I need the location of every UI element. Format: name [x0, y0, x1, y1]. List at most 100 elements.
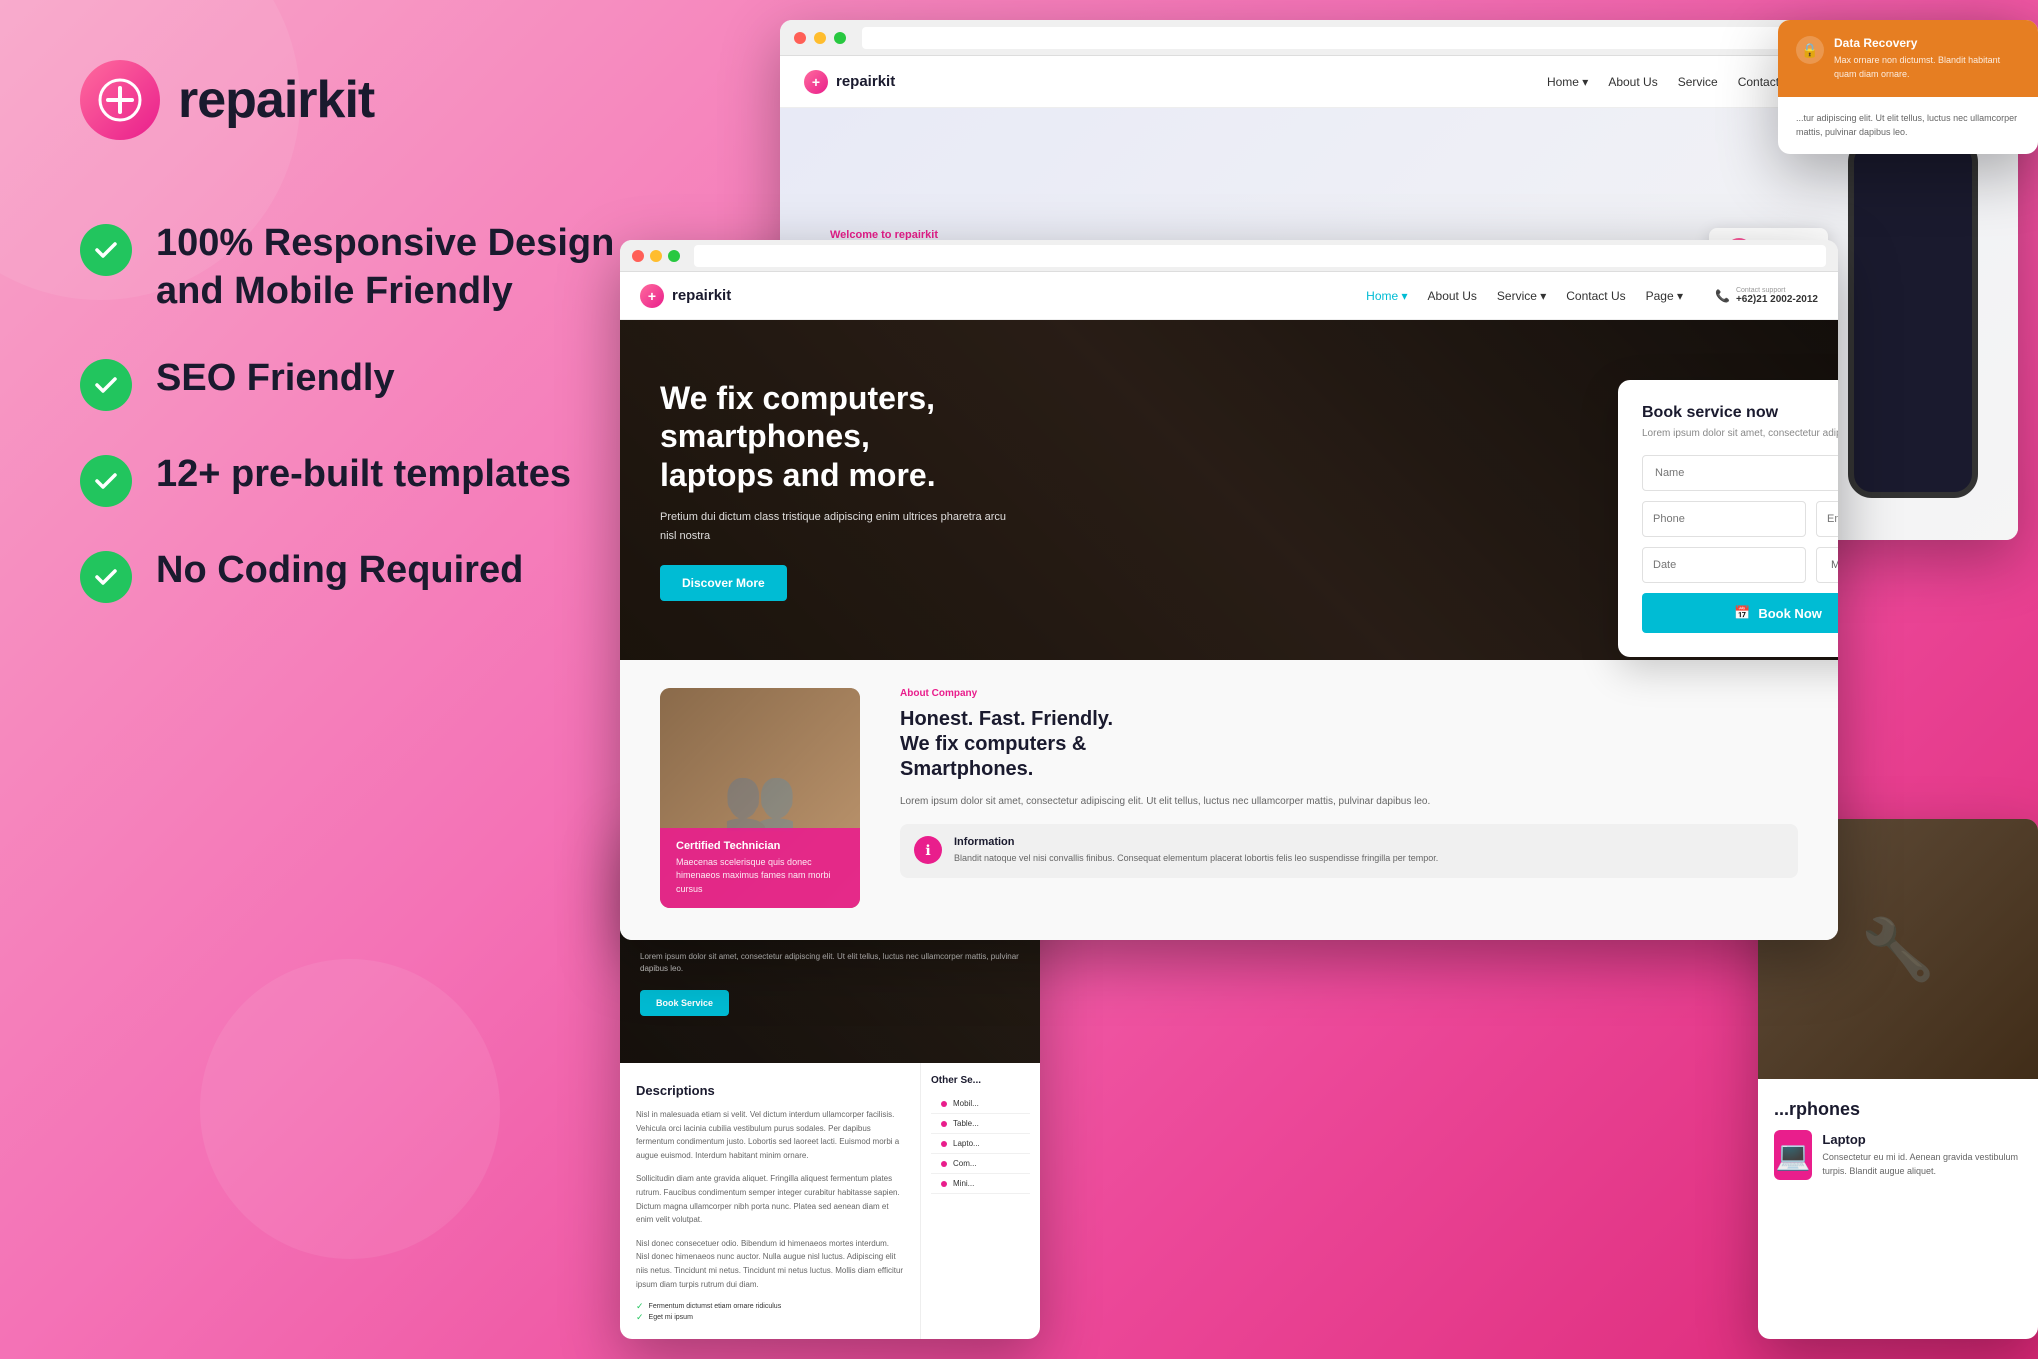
bl-service-item-1: Mobil...: [931, 1094, 1030, 1114]
br-laptop-section: 💻 Laptop Consectetur eu mi id. Aenean gr…: [1774, 1130, 2022, 1180]
book-row-date-service: Mobile Phone Tablet Laptop Computer: [1642, 547, 1838, 583]
feature-item-4: No Coding Required: [80, 547, 680, 603]
info-box: ℹ Information Blandit natoque vel nisi c…: [900, 824, 1798, 878]
about-desc: Lorem ipsum dolor sit amet, consectetur …: [900, 794, 1798, 810]
other-services-title: Other Se...: [931, 1075, 1030, 1086]
bl-service-dot-2: [941, 1121, 947, 1127]
bl-service-text-2: Table...: [953, 1119, 979, 1128]
nav-service-m[interactable]: Service ▾: [1497, 289, 1546, 303]
logo-area: repairkit: [80, 60, 680, 140]
info-content-title: Information: [954, 836, 1438, 848]
nav-logo-m: + repairkit: [640, 284, 731, 308]
browser-dot-red: [794, 32, 806, 44]
dr-content: Data Recovery Max ornare non dictumst. B…: [1834, 36, 2020, 81]
feature-text-3: 12+ pre-built templates: [156, 451, 571, 499]
nav-page-m[interactable]: Page ▾: [1646, 289, 1683, 303]
book-name-input[interactable]: [1642, 455, 1838, 491]
nav-contact-m[interactable]: Contact Us: [1566, 289, 1625, 303]
bl-service-item-2: Table...: [931, 1114, 1030, 1134]
feature-item-3: 12+ pre-built templates: [80, 451, 680, 507]
info-content-desc: Blandit natoque vel nisi convallis finib…: [954, 852, 1438, 866]
nav-logo-icon-m: +: [640, 284, 664, 308]
mockup-middle-lower: 👥 Certified Technician Maecenas sceleris…: [620, 660, 1838, 940]
bl-check-text-1: Fermentum dictumst etiam ornare ridiculu…: [649, 1303, 782, 1310]
browser-dot-green-m: [668, 250, 680, 262]
mockup-data-recovery: 🔒 Data Recovery Max ornare non dictumst.…: [1778, 20, 2038, 154]
bl-service-dot-5: [941, 1181, 947, 1187]
about-title: Honest. Fast. Friendly.We fix computers …: [900, 707, 1798, 782]
book-phone-input[interactable]: [1642, 501, 1806, 537]
feature-item-1: 100% Responsive Designand Mobile Friendl…: [80, 220, 680, 315]
bl-service-text-5: Mini...: [953, 1179, 974, 1188]
hero-main-desc: Pretium dui dictum class tristique adipi…: [660, 508, 1020, 545]
hero-left: We fix computers,smartphones,laptops and…: [660, 379, 1020, 602]
nav-service[interactable]: Service: [1678, 75, 1718, 89]
book-title: Book service now: [1642, 404, 1838, 422]
bl-checkmark-2: ✓: [636, 1312, 644, 1323]
book-service-select[interactable]: Mobile Phone Tablet Laptop Computer: [1816, 547, 1838, 583]
check-icon-1: [80, 224, 132, 276]
dr-title: Data Recovery: [1834, 36, 2020, 50]
calendar-icon: 📅: [1734, 605, 1750, 621]
info-content: Information Blandit natoque vel nisi con…: [954, 836, 1438, 866]
phone-mockup: [1848, 138, 1978, 498]
book-service-card: Book service now Lorem ipsum dolor sit a…: [1618, 380, 1838, 657]
bl-checkmark-1: ✓: [636, 1301, 644, 1312]
logo-icon: [80, 60, 160, 140]
dr-body: ...tur adipiscing elit. Ut elit tellus, …: [1778, 97, 2038, 154]
nav-logo-text: repairkit: [836, 73, 895, 90]
nav-about-m[interactable]: About Us: [1428, 289, 1477, 303]
bl-content: Descriptions Nisl in malesuada etiam si …: [620, 1063, 920, 1339]
logo-text: repairkit: [178, 70, 374, 130]
bl-desc-title: Descriptions: [636, 1083, 904, 1098]
nav-logo-text-m: repairkit: [672, 287, 731, 304]
hero-section-middle: We fix computers,smartphones,laptops and…: [620, 320, 1838, 660]
book-row-phone-email: [1642, 501, 1838, 537]
bl-check-item-1: ✓ Fermentum dictumst etiam ornare ridicu…: [636, 1301, 781, 1312]
feature-text-4: No Coding Required: [156, 547, 523, 595]
nav-phone-text-m: +62)21 2002-2012: [1736, 294, 1818, 305]
site-nav-middle: + repairkit Home ▾ About Us Service ▾ Co…: [620, 272, 1838, 320]
book-date-input[interactable]: [1642, 547, 1806, 583]
browser-dot-red-m: [632, 250, 644, 262]
bl-service-text-4: Com...: [953, 1159, 977, 1168]
laptop-info-desc: Consectetur eu mi id. Aenean gravida ves…: [1822, 1151, 2022, 1178]
dr-desc: Max ornare non dictumst. Blandit habitan…: [1834, 54, 2020, 81]
bl-check-list: ✓ Fermentum dictumst etiam ornare ridicu…: [636, 1301, 904, 1339]
br-content: ...rphones 💻 Laptop Consectetur eu mi id…: [1758, 1079, 2038, 1200]
nav-about[interactable]: About Us: [1608, 75, 1657, 89]
laptop-info-title: Laptop: [1822, 1132, 2022, 1147]
browser-dot-yellow: [814, 32, 826, 44]
nav-logo: + repairkit: [804, 70, 895, 94]
mockups-area: + repairkit Home ▾ About Us Service Cont…: [700, 0, 2038, 1359]
features-list: 100% Responsive Designand Mobile Friendl…: [80, 220, 680, 603]
bl-desc-text-2: Sollicitudin diam ante gravida aliquet. …: [636, 1172, 904, 1226]
bl-service-item-3: Lapto...: [931, 1134, 1030, 1154]
nav-logo-icon: +: [804, 70, 828, 94]
nav-home-m[interactable]: Home ▾: [1366, 289, 1407, 303]
nav-home[interactable]: Home ▾: [1547, 75, 1588, 89]
data-recovery-header: 🔒 Data Recovery Max ornare non dictumst.…: [1778, 20, 2038, 97]
bl-lower: Descriptions Nisl in malesuada etiam si …: [620, 1063, 1040, 1339]
browser-dot-yellow-m: [650, 250, 662, 262]
book-now-button[interactable]: 📅 Book Now: [1642, 593, 1838, 633]
laptop-info: Laptop Consectetur eu mi id. Aenean grav…: [1822, 1132, 2022, 1178]
browser-bar-middle: [620, 240, 1838, 272]
about-image: 👥 Certified Technician Maecenas sceleris…: [660, 688, 860, 908]
feature-text-1: 100% Responsive Designand Mobile Friendl…: [156, 220, 614, 315]
certified-title: Certified Technician: [676, 840, 844, 852]
check-icon-4: [80, 551, 132, 603]
book-now-label: Book Now: [1758, 606, 1822, 621]
check-icon-3: [80, 455, 132, 507]
info-icon: ℹ: [914, 836, 942, 864]
bl-check-text-2: Eget mi ipsum: [649, 1314, 693, 1321]
bl-check-item-2: ✓ Eget mi ipsum: [636, 1312, 781, 1323]
book-email-input[interactable]: [1816, 501, 1838, 537]
bl-desc-text-3: Nisl donec consecetuer odio. Bibendum id…: [636, 1237, 904, 1291]
mockup-middle: + repairkit Home ▾ About Us Service ▾ Co…: [620, 240, 1838, 940]
book-service-button[interactable]: Book Service: [640, 990, 729, 1016]
bl-service-item-4: Com...: [931, 1154, 1030, 1174]
br-phones-text: ...rphones: [1774, 1099, 2022, 1120]
discover-more-button[interactable]: Discover More: [660, 565, 787, 601]
about-content: About Company Honest. Fast. Friendly.We …: [900, 688, 1798, 912]
